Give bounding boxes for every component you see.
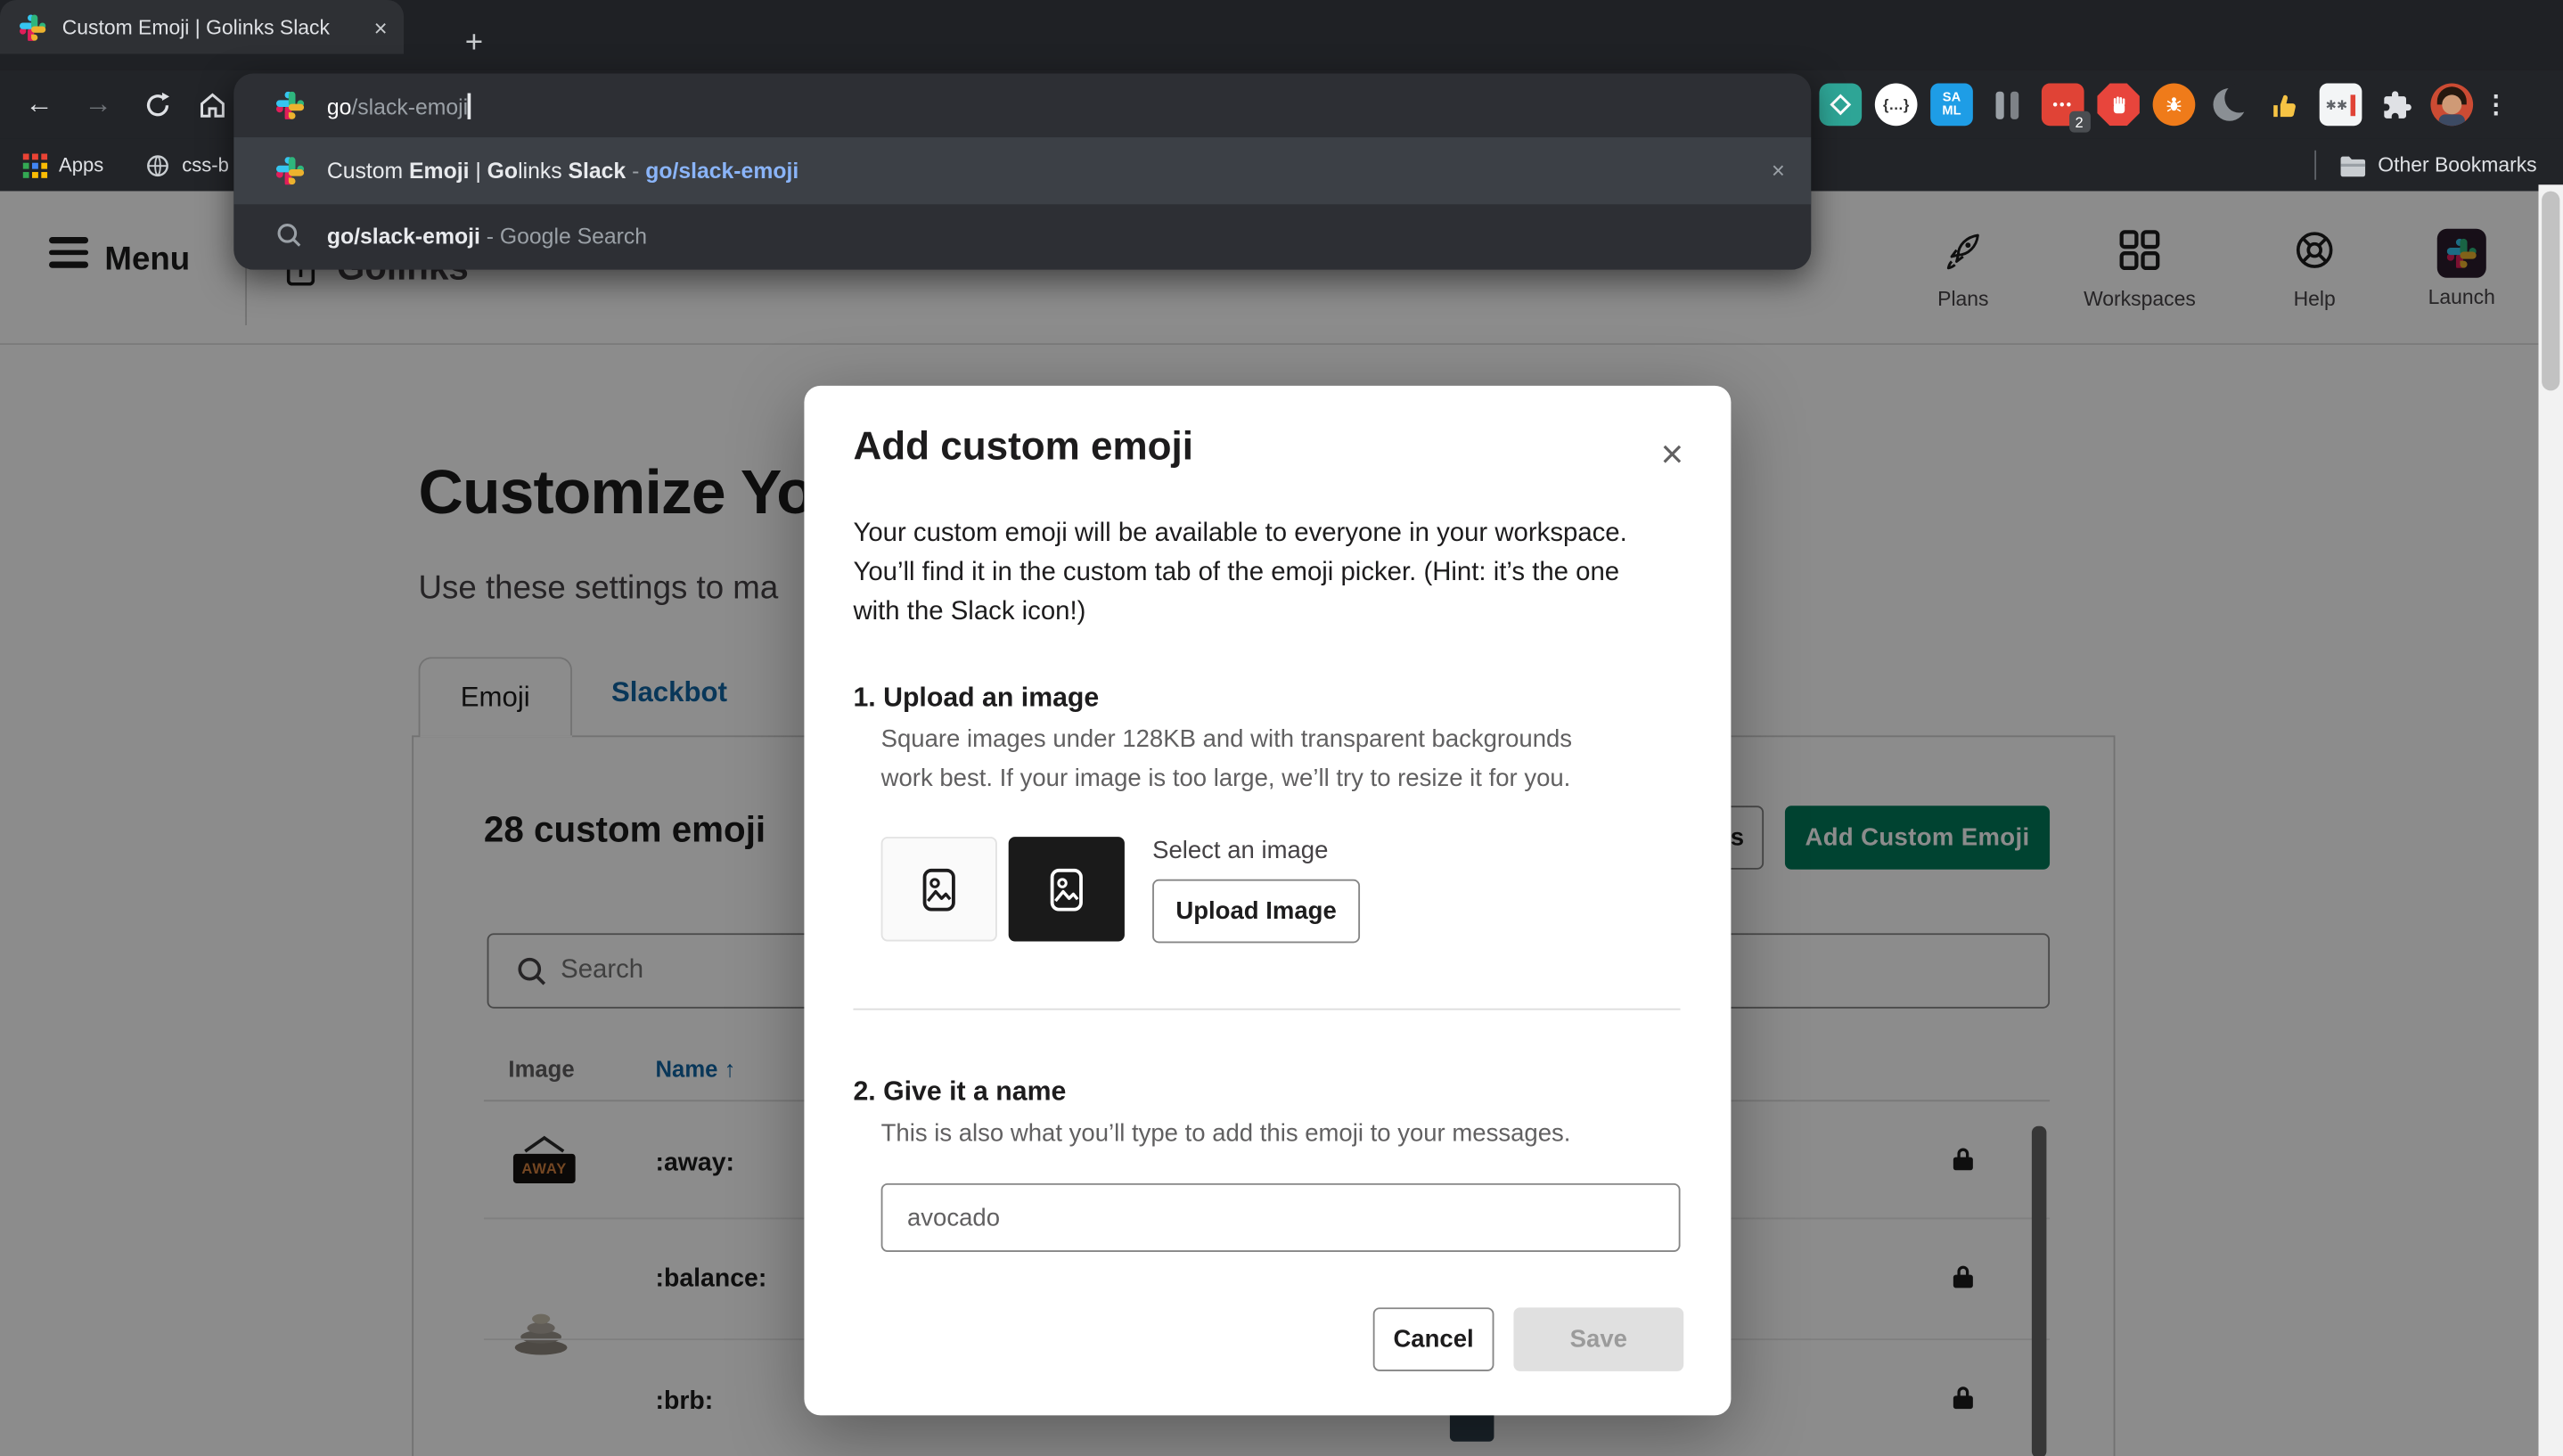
browser-tab[interactable]: Custom Emoji | Golinks Slack ×	[0, 0, 404, 54]
text-caret	[468, 93, 471, 119]
add-emoji-modal: Add custom emoji × Your custom emoji wil…	[804, 386, 1731, 1416]
url-input[interactable]: go/slack-emoji	[233, 74, 1811, 138]
reload-button[interactable]	[134, 82, 179, 127]
teal-extension-icon[interactable]	[1819, 84, 1862, 127]
emoji-name-input[interactable]	[881, 1183, 1681, 1252]
forward-button[interactable]: →	[75, 82, 120, 127]
image-file-icon	[1046, 867, 1087, 912]
suggestion-item-search[interactable]: go/slack-emoji - Google Search	[233, 204, 1811, 266]
home-icon	[198, 90, 227, 119]
extension-badge: 2	[2069, 111, 2091, 133]
cancel-button[interactable]: Cancel	[1373, 1307, 1494, 1371]
globe-icon	[146, 152, 171, 177]
apps-grid-icon	[23, 152, 48, 177]
profile-avatar[interactable]	[2430, 84, 2473, 127]
folder-icon	[2338, 152, 2366, 177]
modal-close-icon[interactable]: ×	[1648, 431, 1697, 480]
pause-extension-icon[interactable]	[1986, 84, 2029, 127]
step2-description: This is also what you’ll type to add thi…	[881, 1119, 1571, 1147]
emoji-preview-light	[881, 837, 997, 941]
image-file-icon	[919, 867, 960, 912]
browser-scrollbar-thumb[interactable]	[2542, 192, 2559, 391]
thumbs-up-extension-icon[interactable]	[2264, 84, 2306, 127]
tab-title: Custom Emoji | Golinks Slack	[62, 15, 374, 38]
save-button[interactable]: Save	[1513, 1307, 1683, 1371]
modal-divider	[853, 1009, 1680, 1010]
red-dots-extension-icon[interactable]: ••• 2	[2042, 84, 2084, 127]
password-extension-icon[interactable]: ✱✱	[2320, 84, 2362, 127]
slack-favicon-icon	[276, 157, 304, 184]
step1-description-line: Square images under 128KB and with trans…	[881, 725, 1572, 753]
back-button[interactable]: ←	[16, 82, 61, 127]
modal-description-line: with the Slack icon!)	[853, 598, 1085, 627]
bookmark-css[interactable]: css-b	[146, 152, 229, 177]
puzzle-extensions-icon[interactable]	[2375, 84, 2418, 127]
tab-close-icon[interactable]: ×	[374, 15, 388, 38]
browser-menu-kebab-icon[interactable]: ⋮	[2486, 84, 2506, 127]
home-button[interactable]	[190, 82, 235, 127]
reload-icon	[143, 91, 170, 119]
modal-description-line: You’ll find it in the custom tab of the …	[853, 559, 1619, 588]
emoji-preview-dark	[1009, 837, 1125, 941]
bug-extension-icon[interactable]	[2153, 84, 2196, 127]
bookmark-other[interactable]: Other Bookmarks	[2314, 151, 2537, 180]
search-icon	[276, 222, 304, 248]
dark-mode-moon-icon[interactable]	[2208, 84, 2251, 127]
modal-description-line: Your custom emoji will be available to e…	[853, 519, 1626, 549]
braces-extension-icon[interactable]: {…}	[1875, 84, 1918, 127]
extensions-row: {…} SA ML ••• 2 ✱✱	[1819, 77, 2505, 132]
new-tab-button[interactable]: +	[454, 25, 494, 64]
slack-favicon-icon	[276, 92, 304, 119]
modal-title: Add custom emoji	[853, 425, 1193, 470]
tab-strip: Custom Emoji | Golinks Slack × +	[0, 0, 2563, 70]
upload-image-button[interactable]: Upload Image	[1152, 879, 1360, 944]
stop-hand-extension-icon[interactable]	[2097, 84, 2140, 127]
url-text: go/slack-emoji	[327, 93, 471, 119]
step2-heading: 2. Give it a name	[853, 1077, 1066, 1108]
step1-heading: 1. Upload an image	[853, 683, 1099, 715]
omnibox-popup: go/slack-emoji Custom Emoji | Golinks Sl…	[233, 74, 1811, 270]
suggestion-item-selected[interactable]: Custom Emoji | Golinks Slack - go/slack-…	[233, 137, 1811, 204]
browser-window: Custom Emoji | Golinks Slack × + ← → {…}…	[0, 0, 2563, 1456]
bookmarks-divider	[2314, 151, 2316, 180]
bookmark-apps[interactable]: Apps	[23, 152, 104, 177]
step1-description-line: work best. If your image is too large, w…	[881, 765, 1571, 792]
slack-favicon-icon	[20, 14, 45, 40]
saml-extension-icon[interactable]: SA ML	[1930, 84, 1973, 127]
select-image-label: Select an image	[1152, 837, 1328, 864]
remove-suggestion-icon[interactable]: ×	[1772, 157, 1785, 183]
